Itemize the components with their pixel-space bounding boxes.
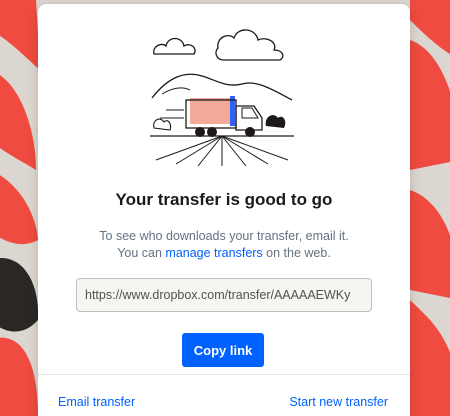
page-title: Your transfer is good to go xyxy=(115,190,333,209)
footer-divider xyxy=(38,374,410,375)
transfer-dialog: Your transfer is good to go To see who d… xyxy=(38,4,410,416)
email-transfer-link[interactable]: Email transfer xyxy=(58,395,135,409)
start-new-transfer-link[interactable]: Start new transfer xyxy=(289,395,388,409)
share-url-input[interactable] xyxy=(77,279,371,311)
copy-link-button[interactable]: Copy link xyxy=(182,333,264,367)
manage-transfers-link[interactable]: manage transfers xyxy=(165,246,262,260)
share-url-field[interactable] xyxy=(76,278,372,312)
delivery-truck-landscape-icon xyxy=(150,29,294,167)
transfer-description: To see who downloads your transfer, emai… xyxy=(38,228,410,262)
description-line-1: To see who downloads your transfer, emai… xyxy=(99,229,349,243)
description-line-2: You can manage transfers on the web. xyxy=(117,246,331,260)
